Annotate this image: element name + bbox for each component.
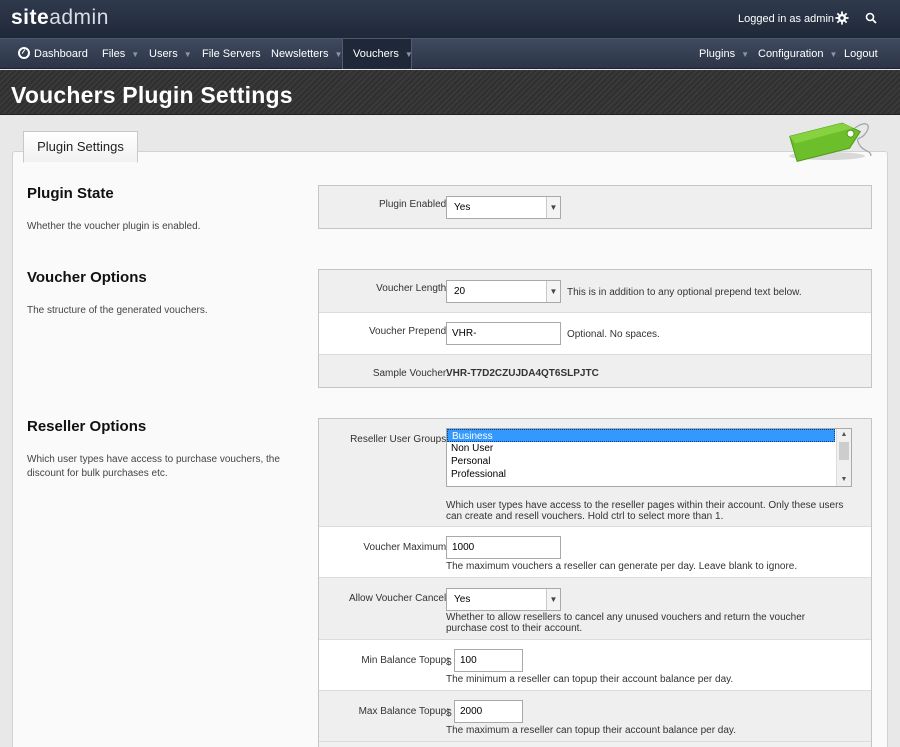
sample-voucher-row: Sample Voucher: VHR-T7D2CZUJDA4QT6SLPJTC [319, 355, 871, 387]
max-topup-row: Max Balance Topup: $ 2000 The maximum a … [319, 691, 871, 742]
nav-label: Dashboard [34, 48, 88, 60]
voucher-options-box: Voucher Length: 20 ▼ This is in addition… [318, 269, 872, 388]
nav-files[interactable]: Files ▼ [102, 39, 139, 69]
search-icon[interactable] [865, 12, 877, 24]
select-value: 20 [454, 286, 466, 297]
nav-label: File Servers [202, 48, 261, 60]
scrollbar-thumb[interactable] [839, 442, 849, 460]
nav-users[interactable]: Users ▼ [149, 39, 192, 69]
nav-label: Logout [844, 48, 878, 60]
nav-dashboard[interactable]: Dashboard [18, 39, 88, 69]
logo-text-bold: site [11, 6, 50, 29]
max-topup-hint: The maximum a reseller can topup their a… [446, 725, 736, 736]
voucher-maximum-hint: The maximum vouchers a reseller can gene… [446, 561, 798, 572]
sample-voucher-label: Sample Voucher: [372, 368, 449, 379]
nav-plugins[interactable]: Plugins ▼ [699, 39, 749, 69]
min-topup-input[interactable]: 100 [454, 649, 523, 672]
voucher-length-row: Voucher Length: 20 ▼ This is in addition… [319, 270, 871, 313]
plugin-state-box: Plugin Enabled: Yes ▼ [318, 185, 872, 229]
chevron-down-icon: ▼ [404, 50, 413, 59]
nav-vouchers[interactable]: Vouchers ▼ [342, 39, 413, 69]
chevron-down-icon: ▼ [131, 50, 140, 59]
voucher-prepend-row: Voucher Prepend: VHR- Optional. No space… [319, 313, 871, 355]
page-title: Vouchers Plugin Settings [11, 82, 293, 108]
voucher-maximum-input[interactable]: 1000 [446, 536, 561, 559]
scroll-up-icon[interactable]: ▲ [837, 429, 851, 441]
nav-label: Files [102, 48, 126, 60]
voucher-cancel-hint: Whether to allow resellers to cancel any… [446, 612, 806, 634]
plugin-enabled-label: Plugin Enabled: [378, 199, 449, 210]
list-item[interactable]: Non User [447, 442, 835, 455]
min-topup-row: Min Balance Topup: $ 100 The minimum a r… [319, 640, 871, 691]
voucher-length-hint: This is in addition to any optional prep… [567, 287, 802, 298]
voucher-cancel-label: Allow Voucher Cancel: [348, 593, 449, 604]
listbox-scrollbar[interactable]: ▲ ▼ [836, 429, 851, 486]
logo-text-light: admin [49, 6, 109, 29]
chevron-down-icon: ▼ [546, 197, 560, 218]
chevron-down-icon: ▼ [546, 281, 560, 302]
top-bar: siteadmin Logged in as admin [0, 0, 900, 38]
site-logo[interactable]: siteadmin [11, 6, 109, 30]
select-value: Yes [454, 594, 471, 605]
reseller-groups-label: Reseller User Groups: [350, 434, 449, 445]
nav-label: Newsletters [271, 48, 329, 60]
reseller-options-box: Reseller User Groups: Business Non User … [318, 418, 872, 747]
voucher-prepend-label: Voucher Prepend: [368, 326, 449, 337]
reseller-groups-row: Reseller User Groups: Business Non User … [319, 419, 871, 527]
currency-symbol: $ [446, 657, 452, 668]
nav-newsletters[interactable]: Newsletters ▼ [271, 39, 342, 69]
voucher-options-desc: The structure of the generated vouchers. [27, 305, 208, 316]
nav-configuration[interactable]: Configuration ▼ [758, 39, 837, 69]
reseller-groups-listbox[interactable]: Business Non User Personal Professional … [446, 428, 852, 487]
sample-voucher-value: VHR-T7D2CZUJDA4QT6SLPJTC [446, 368, 599, 379]
list-item[interactable]: Personal [447, 455, 835, 468]
tab-plugin-settings[interactable]: Plugin Settings [23, 131, 138, 163]
select-value: Yes [454, 202, 471, 213]
voucher-cancel-select[interactable]: Yes ▼ [446, 588, 561, 611]
main-nav: Dashboard Files ▼ Users ▼ File Servers New… [0, 38, 900, 69]
min-topup-label: Min Balance Topup: [361, 655, 449, 666]
chevron-down-icon: ▼ [741, 50, 749, 59]
chevron-down-icon: ▼ [183, 50, 192, 59]
voucher-maximum-label: Voucher Maximum: [363, 542, 449, 553]
voucher-options-title: Voucher Options [27, 269, 147, 286]
currency-symbol: $ [446, 708, 452, 719]
plugin-enabled-row: Plugin Enabled: Yes ▼ [319, 186, 871, 228]
nav-file-servers[interactable]: File Servers [202, 39, 261, 69]
gear-icon[interactable] [835, 11, 849, 25]
nav-label: Plugins [699, 48, 736, 60]
voucher-prepend-input[interactable]: VHR- [446, 322, 561, 345]
nav-label: Vouchers [353, 48, 399, 60]
nav-logout[interactable]: Logout [844, 39, 878, 69]
nav-label: Configuration [758, 48, 824, 60]
plugin-state-title: Plugin State [27, 185, 114, 202]
page-header: Vouchers Plugin Settings [0, 70, 900, 115]
voucher-cancel-row: Allow Voucher Cancel: Yes ▼ Whether to a… [319, 578, 871, 640]
plugin-state-desc: Whether the voucher plugin is enabled. [27, 221, 201, 232]
voucher-length-select[interactable]: 20 ▼ [446, 280, 561, 303]
list-item[interactable]: Professional [447, 468, 835, 481]
reseller-groups-hint: Which user types have access to the rese… [446, 500, 844, 522]
reseller-options-desc: Which user types have access to purchase… [27, 454, 280, 479]
min-topup-hint: The minimum a reseller can topup their a… [446, 674, 734, 685]
logged-in-text: Logged in as admin [738, 13, 835, 25]
voucher-length-label: Voucher Length: [376, 283, 449, 294]
scroll-down-icon[interactable]: ▼ [837, 474, 851, 486]
plugin-enabled-select[interactable]: Yes ▼ [446, 196, 561, 219]
max-topup-label: Max Balance Topup: [358, 706, 449, 717]
max-topup-input[interactable]: 2000 [454, 700, 523, 723]
nav-label: Users [149, 48, 178, 60]
voucher-prepend-hint: Optional. No spaces. [567, 329, 660, 340]
dashboard-icon [18, 47, 30, 59]
chevron-down-icon: ▼ [829, 50, 838, 59]
chevron-down-icon: ▼ [546, 589, 560, 610]
voucher-maximum-row: Voucher Maximum: 1000 The maximum vouche… [319, 527, 871, 578]
voucher-tag-icon [789, 122, 872, 162]
reseller-options-title: Reseller Options [27, 418, 147, 435]
list-item[interactable]: Business [447, 429, 835, 442]
